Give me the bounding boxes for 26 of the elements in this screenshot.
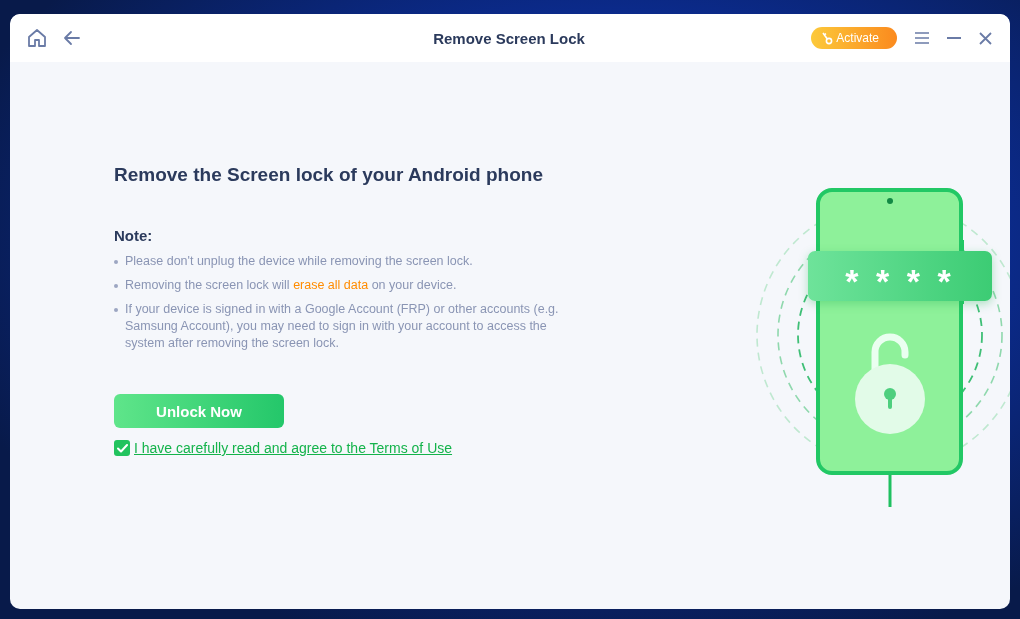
page-heading: Remove the Screen lock of your Android phone xyxy=(114,164,544,186)
note-text: Removing the screen lock will erase all data on your device. xyxy=(125,277,457,294)
checkmark-icon xyxy=(116,443,128,453)
bullet-dot xyxy=(114,308,118,312)
agreement-checkbox[interactable] xyxy=(114,440,130,456)
note-text: If your device is signed in with a Google Account (FRP) or other accounts (e.g. Samsung Account), you may need to sign in with your account to access the system after removing the screen lock. xyxy=(125,301,560,352)
minimize-icon xyxy=(947,37,961,39)
unlock-now-button[interactable]: Unlock Now xyxy=(114,394,284,428)
back-button[interactable] xyxy=(62,28,82,48)
home-button[interactable] xyxy=(26,27,48,49)
key-icon xyxy=(821,31,834,45)
back-arrow-icon xyxy=(62,28,82,48)
bullet-dot xyxy=(114,260,118,264)
bullet-dot xyxy=(114,284,118,288)
menu-button[interactable] xyxy=(915,32,929,44)
home-icon xyxy=(26,27,48,49)
menu-icon xyxy=(915,32,929,44)
note-title: Note: xyxy=(114,227,154,244)
terms-of-use-link[interactable]: I have carefully read and agree to the Terms of Use xyxy=(134,440,453,456)
window-title: Remove Screen Lock xyxy=(432,29,586,47)
password-mask: * * * * xyxy=(808,251,992,301)
note-text: Please don't unplug the device while removing the screen lock. xyxy=(125,253,473,270)
close-icon xyxy=(979,31,992,45)
activate-button[interactable]: Activate xyxy=(811,27,897,49)
close-button[interactable] xyxy=(979,31,992,45)
open-padlock-icon xyxy=(855,333,925,434)
